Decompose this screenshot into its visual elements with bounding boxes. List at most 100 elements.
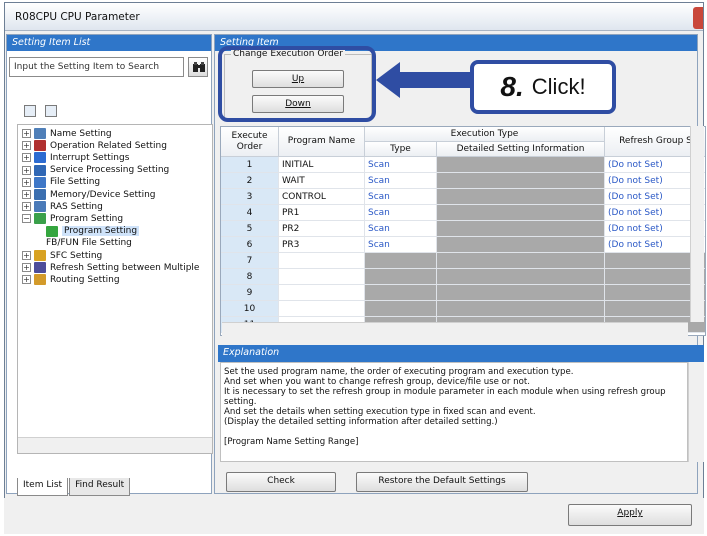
close-icon[interactable] — [693, 7, 703, 29]
cell-type[interactable] — [365, 269, 437, 285]
cell-order[interactable]: 8 — [221, 269, 279, 285]
tree-horizontal-scrollbar[interactable] — [18, 437, 212, 453]
expand-all-icon[interactable] — [24, 105, 36, 117]
cell-program-name[interactable]: PR2 — [279, 221, 365, 237]
tree-item[interactable]: + File Setting — [22, 176, 100, 189]
tree-item[interactable]: + Memory/Device Setting — [22, 188, 156, 201]
cell-type[interactable]: Scan — [365, 221, 437, 237]
table-vertical-scrollbar[interactable] — [690, 126, 704, 322]
setting-tree: + Routing Setting + Refresh Setting between… — [17, 124, 213, 454]
apply-button[interactable]: Apply — [568, 504, 692, 526]
cell-order[interactable]: 6 — [221, 237, 279, 253]
search-input[interactable]: Input the Setting Item to Search — [9, 57, 184, 77]
collapse-all-icon[interactable] — [45, 105, 58, 117]
instruction-callout: 8. Click! — [470, 60, 616, 114]
cell-order[interactable]: 1 — [221, 157, 279, 173]
expand-toggle-icon[interactable]: + — [22, 153, 31, 163]
tab-item-list[interactable]: Item List — [17, 478, 69, 496]
cell-order[interactable]: 2 — [221, 173, 279, 189]
cell-detailed-info[interactable] — [437, 173, 605, 189]
cell-program-name[interactable] — [279, 269, 365, 285]
cell-detailed-info[interactable] — [437, 189, 605, 205]
binoculars-icon — [193, 62, 205, 72]
cell-detailed-info[interactable] — [437, 269, 605, 285]
program-table: Execute Order Program Name Execution Typ… — [220, 126, 706, 336]
cell-detailed-info[interactable] — [437, 205, 605, 221]
cell-order[interactable]: 5 — [221, 221, 279, 237]
cell-type[interactable]: Scan — [365, 205, 437, 221]
setting-icon — [34, 152, 46, 164]
cell-program-name[interactable]: CONTROL — [279, 189, 365, 205]
expand-toggle-icon[interactable]: + — [22, 165, 31, 175]
tree-item[interactable]: + Refresh Setting between Multiple — [22, 261, 199, 274]
cell-detailed-info[interactable] — [437, 221, 605, 237]
header-execute-order: Execute Order — [221, 127, 279, 157]
cell-type[interactable]: Scan — [365, 237, 437, 253]
tree-item[interactable]: Program Setting — [46, 225, 140, 238]
expand-toggle-icon[interactable]: + — [22, 202, 31, 212]
left-tab-bar: Item List Find Result — [17, 478, 131, 496]
cell-order[interactable]: 9 — [221, 285, 279, 301]
cell-type[interactable] — [365, 253, 437, 269]
cell-type[interactable] — [365, 301, 437, 317]
header-detailed-info: Detailed Setting Information — [437, 142, 605, 157]
explanation-scrollbar[interactable] — [688, 362, 704, 462]
restore-button-label: Restore the Default Settings — [378, 476, 506, 486]
tree-item[interactable]: + Operation Related Setting — [22, 139, 167, 152]
tree-item[interactable]: FB/FUN File Setting — [46, 237, 132, 250]
cell-program-name[interactable] — [279, 301, 365, 317]
setting-item-list-header: Setting Item List — [7, 35, 211, 51]
tree-item-label: FB/FUN File Setting — [46, 238, 132, 249]
expand-toggle-icon[interactable]: + — [22, 275, 31, 285]
expand-toggle-icon[interactable]: + — [22, 190, 31, 199]
cell-detailed-info[interactable] — [437, 301, 605, 317]
setting-icon — [34, 250, 46, 261]
tree-item[interactable]: + Routing Setting — [22, 273, 120, 286]
cell-detailed-info[interactable] — [437, 253, 605, 269]
setting-icon — [46, 225, 58, 237]
tree-item-label: File Setting — [50, 177, 101, 188]
setting-icon — [34, 189, 46, 200]
apply-button-label: Apply — [617, 508, 643, 518]
setting-icon — [34, 262, 46, 274]
tree-item[interactable]: + SFC Setting — [22, 249, 102, 262]
cell-type[interactable]: Scan — [365, 173, 437, 189]
cell-detailed-info[interactable] — [437, 285, 605, 301]
tree-item[interactable]: + RAS Setting — [22, 200, 103, 213]
tab-find-result[interactable]: Find Result — [69, 478, 131, 496]
tree-item[interactable]: − Program Setting — [22, 212, 123, 225]
cell-order[interactable]: 10 — [221, 301, 279, 317]
cell-detailed-info[interactable] — [437, 157, 605, 173]
cell-order[interactable]: 7 — [221, 253, 279, 269]
cell-program-name[interactable] — [279, 253, 365, 269]
expand-toggle-icon[interactable]: + — [22, 129, 31, 138]
search-button[interactable] — [188, 57, 208, 77]
tree-item[interactable]: + Name Setting — [22, 127, 112, 140]
expand-toggle-icon[interactable]: − — [22, 214, 31, 224]
tree-item-label: Operation Related Setting — [50, 140, 167, 151]
table-horizontal-scrollbar[interactable] — [222, 322, 688, 336]
tree-item[interactable]: + Service Processing Setting — [22, 164, 169, 177]
title-bar: R08CPU CPU Parameter — [5, 3, 703, 31]
expand-toggle-icon[interactable]: + — [22, 251, 31, 260]
cell-type[interactable] — [365, 285, 437, 301]
tree-item[interactable]: + Interrupt Settings — [22, 151, 129, 164]
cell-program-name[interactable]: WAIT — [279, 173, 365, 189]
tree-item-label: Interrupt Settings — [50, 152, 130, 163]
cell-program-name[interactable]: PR1 — [279, 205, 365, 221]
cell-order[interactable]: 4 — [221, 205, 279, 221]
cell-program-name[interactable]: PR3 — [279, 237, 365, 253]
cell-type[interactable]: Scan — [365, 189, 437, 205]
expand-toggle-icon[interactable]: + — [22, 263, 31, 273]
cell-program-name[interactable]: INITIAL — [279, 157, 365, 173]
expand-toggle-icon[interactable]: + — [22, 141, 31, 151]
cell-type[interactable]: Scan — [365, 157, 437, 173]
cell-program-name[interactable] — [279, 285, 365, 301]
expand-toggle-icon[interactable]: + — [22, 177, 31, 187]
cell-order[interactable]: 3 — [221, 189, 279, 205]
setting-icon — [34, 213, 46, 225]
cell-detailed-info[interactable] — [437, 237, 605, 253]
check-button[interactable]: Check — [226, 472, 336, 492]
restore-default-button[interactable]: Restore the Default Settings — [356, 472, 528, 492]
tree-toolbar — [24, 105, 58, 120]
